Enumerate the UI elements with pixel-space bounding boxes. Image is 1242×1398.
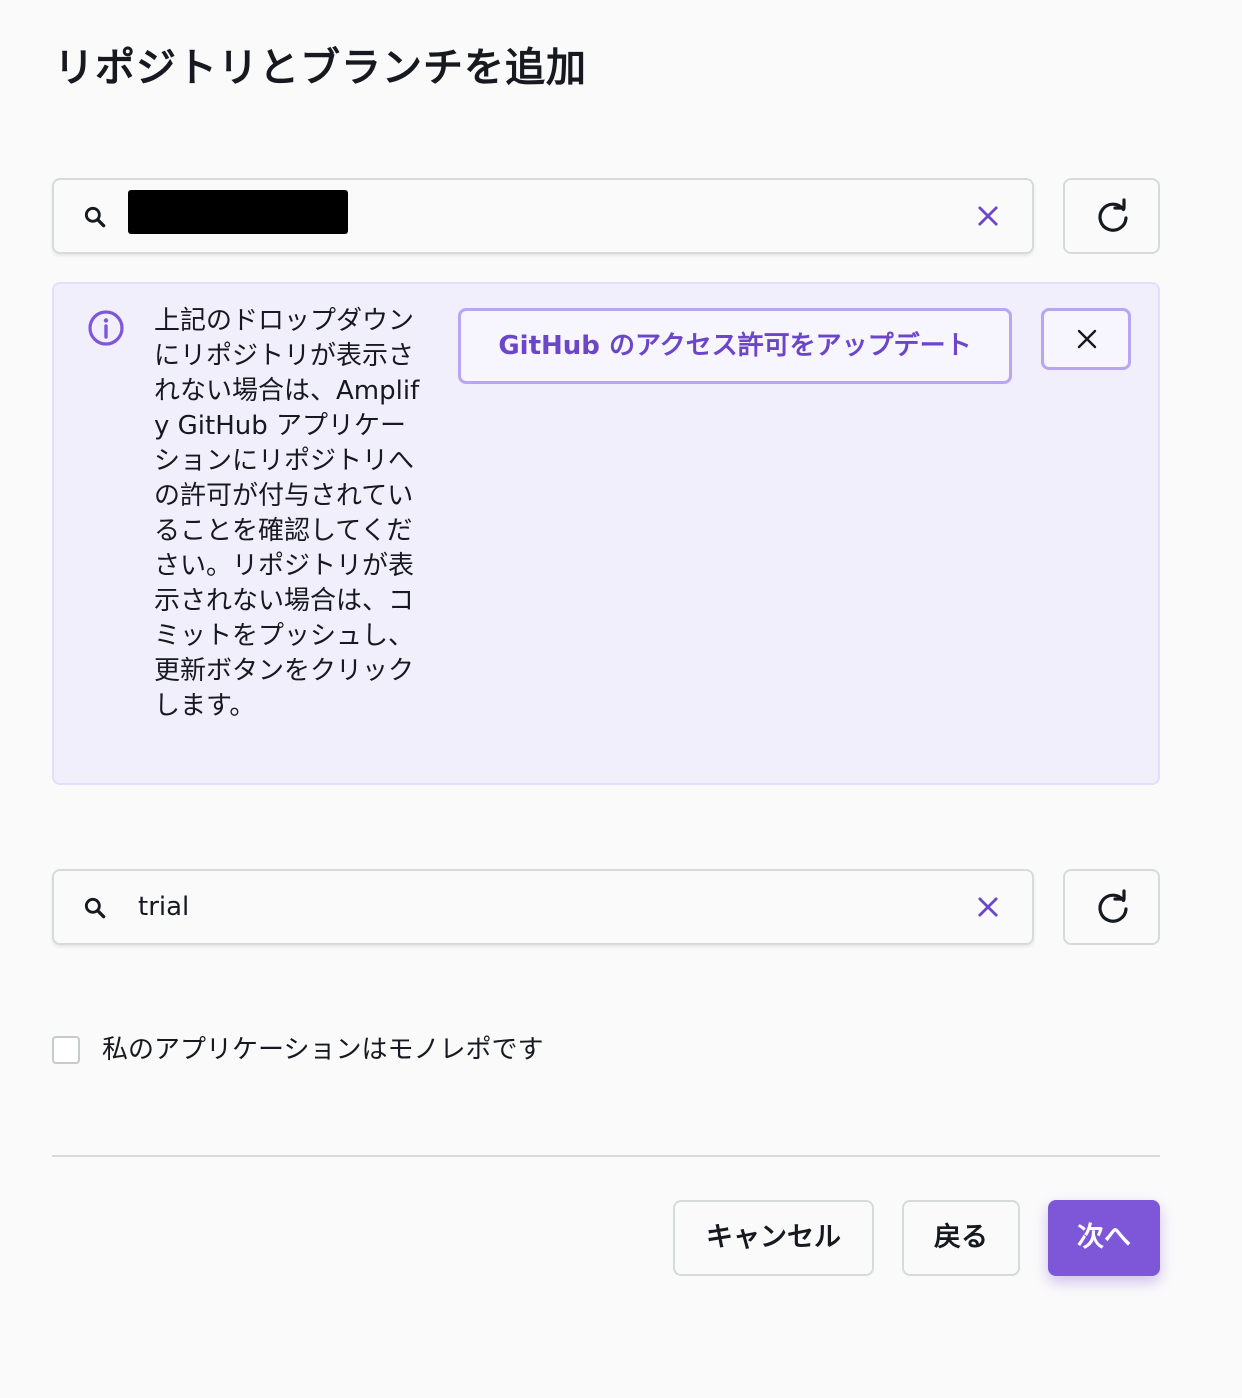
update-github-permissions-button[interactable]: GitHub のアクセス許可をアップデート xyxy=(458,308,1012,384)
refresh-icon xyxy=(1098,889,1128,923)
info-alert: 上記のドロップダウンにリポジトリが表示されない場合は、Amplify GitHu… xyxy=(52,282,1160,785)
info-alert-message: 上記のドロップダウンにリポジトリが表示されない場合は、Amplify GitHu… xyxy=(154,306,420,721)
footer-divider xyxy=(52,1155,1160,1157)
branch-search-input[interactable] xyxy=(138,883,938,931)
monorepo-checkbox-label: 私のアプリケーションはモノレポです xyxy=(102,1035,544,1065)
search-icon xyxy=(84,897,106,919)
back-button[interactable]: 戻る xyxy=(902,1200,1020,1276)
close-icon xyxy=(1077,329,1097,349)
search-icon xyxy=(84,206,106,228)
monorepo-checkbox[interactable] xyxy=(52,1036,80,1064)
close-icon[interactable] xyxy=(974,893,1002,921)
refresh-icon xyxy=(1098,198,1128,232)
close-icon[interactable] xyxy=(974,202,1002,230)
repository-search-field[interactable] xyxy=(52,178,1034,254)
repository-search-input[interactable] xyxy=(138,192,938,240)
next-button[interactable]: 次へ xyxy=(1048,1200,1160,1276)
cancel-button[interactable]: キャンセル xyxy=(673,1200,874,1276)
repository-refresh-button[interactable] xyxy=(1063,178,1160,254)
branch-refresh-button[interactable] xyxy=(1063,869,1160,945)
dismiss-alert-button[interactable] xyxy=(1041,308,1131,370)
branch-search-field[interactable] xyxy=(52,869,1034,945)
page-title: リポジトリとブランチを追加 xyxy=(54,45,587,91)
info-icon xyxy=(88,310,124,346)
